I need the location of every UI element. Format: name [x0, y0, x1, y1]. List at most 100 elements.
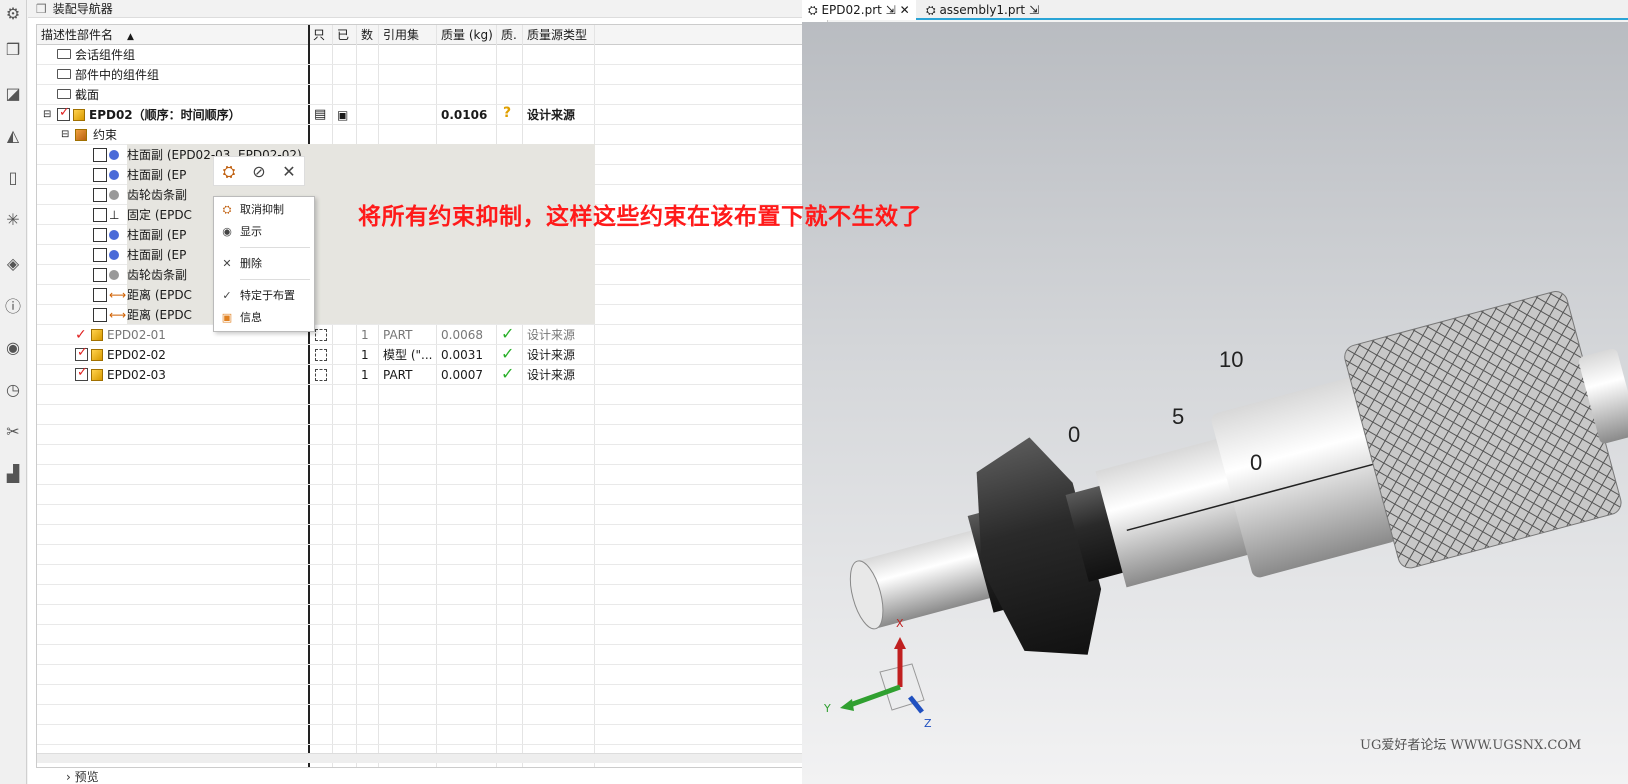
constraint-checkbox[interactable]	[93, 208, 107, 222]
assembly-icon	[73, 109, 85, 121]
fix-icon: ⊥	[109, 208, 120, 222]
navigator-icon: ❒	[36, 1, 47, 16]
assembly-navigator-icon[interactable]: ❒	[2, 38, 24, 60]
table-row[interactable]: 齿轮齿条副	[37, 265, 819, 285]
info-icon[interactable]: ⓘ	[2, 294, 24, 316]
table-row[interactable]: ⊟ 约束	[37, 125, 819, 145]
col-header-loaded[interactable]: 已	[333, 25, 349, 45]
cylindrical-joint-icon	[109, 230, 119, 240]
col-header-mass[interactable]: 质量 (kg)	[437, 25, 493, 45]
collapse-icon[interactable]: ⊟	[43, 105, 51, 125]
resource-bar: ⚙ ❒ ◪ ◭ ▯ ✳ ◈ ⓘ ◉ ◷ ✂ ▟	[0, 0, 27, 784]
only-cell-icon	[315, 369, 327, 381]
table-row[interactable]: ⊟ ✓ EPD02（顺序：时间顺序） ▤ ▣ 0.0106 ? 设计来源	[37, 105, 819, 125]
table-row[interactable]: ⟷ 距离 (EPDC	[37, 305, 819, 325]
menu-item-show[interactable]: ◉ 显示	[214, 221, 314, 243]
constraint-checkbox[interactable]	[93, 148, 107, 162]
table-row[interactable]: 柱面副 (EP	[37, 245, 819, 265]
hd3d-icon[interactable]: ✳	[2, 208, 24, 230]
app-window: ⚙ ❒ ◪ ◭ ▯ ✳ ◈ ⓘ ◉ ◷ ✂ ▟ ❒ 装配导航器 描述性部件名 ▲ …	[0, 0, 1628, 784]
history-icon[interactable]: ◷	[2, 378, 24, 400]
constraint-checkbox[interactable]	[93, 228, 107, 242]
menu-item-arrangement-specific[interactable]: ✓ 特定于布置	[214, 285, 314, 307]
collapse-icon[interactable]: ⊟	[61, 125, 69, 145]
visibility-checkbox[interactable]: ✓	[57, 105, 70, 121]
constraint-navigator-icon[interactable]: ◪	[2, 82, 24, 104]
constraint-checkbox[interactable]	[93, 268, 107, 282]
checked-icon[interactable]: ✓	[75, 325, 87, 345]
tab-assembly1[interactable]: ⛭ assembly1.prt ⇲	[920, 0, 1040, 20]
delete-icon[interactable]: ✕	[278, 161, 300, 183]
row-label: 齿轮齿条副	[127, 268, 188, 282]
constraint-checkbox[interactable]	[93, 288, 107, 302]
constraint-checkbox[interactable]	[93, 188, 107, 202]
part-navigator-icon[interactable]: ◭	[2, 124, 24, 146]
mass-source: 设计来源	[527, 348, 576, 362]
row-label: 距离 (EPDC	[127, 288, 192, 302]
mass-source: 设计来源	[527, 108, 576, 122]
count-value: 1	[361, 368, 369, 382]
graphics-viewport[interactable]: 0 5 10 0 X Y Z	[802, 22, 1628, 784]
roles-icon[interactable]: ◈	[2, 252, 24, 274]
count-value: 1	[361, 328, 369, 342]
web-browser-icon[interactable]: ◉	[2, 336, 24, 358]
menu-separator	[240, 279, 310, 280]
close-icon[interactable]: ✕	[900, 3, 910, 17]
col-header-refset[interactable]: 引用集	[379, 25, 419, 45]
table-row[interactable]: 部件中的组件组	[37, 65, 819, 85]
table-row[interactable]: 柱面副 (EP	[37, 165, 819, 185]
menu-item-info[interactable]: ▣ 信息	[214, 307, 314, 329]
distance-icon: ⟷	[109, 288, 127, 302]
question-icon: ?	[503, 105, 512, 121]
tools-icon[interactable]: ✂	[2, 420, 24, 442]
horizontal-scrollbar[interactable]	[37, 753, 819, 763]
row-label: 柱面副 (EP	[127, 168, 187, 182]
palette-icon[interactable]: ▟	[2, 462, 24, 484]
reuse-library-icon[interactable]: ▯	[2, 166, 24, 188]
settings-icon[interactable]: ⚙	[2, 2, 24, 24]
folder-icon	[57, 89, 71, 99]
table-row[interactable]: 柱面副 (EPD02-03, EPD02-02)	[37, 145, 819, 165]
ok-check-icon: ✓	[501, 344, 515, 363]
unsuppress-icon: ⛭	[222, 203, 232, 216]
constraint-checkbox[interactable]	[93, 248, 107, 262]
only-cell-icon	[315, 349, 327, 361]
table-row[interactable]: 会话组件组	[37, 45, 819, 65]
refset-value: PART	[383, 328, 413, 342]
delete-icon: ✕	[222, 257, 232, 270]
cylindrical-joint-icon	[109, 150, 119, 160]
col-header-mass-flag[interactable]: 质.	[497, 25, 517, 45]
menu-item-delete[interactable]: ✕ 删除	[214, 253, 314, 275]
visibility-checkbox[interactable]: ✓	[75, 365, 88, 381]
col-header-mass-source[interactable]: 质量源类型	[523, 25, 587, 45]
col-header-only[interactable]: 只	[309, 25, 325, 45]
scale-number-0b: 0	[1250, 450, 1262, 475]
tab-epd02[interactable]: ⛭ EPD02.prt ⇲ ✕	[802, 0, 916, 20]
constraint-checkbox[interactable]	[93, 308, 107, 322]
assembly-navigator-panel: ❒ 装配导航器 描述性部件名 ▲ 只 已 数 引用集 质量 (kg) 质. 质量源…	[28, 0, 828, 784]
axis-y-label: Y	[823, 702, 831, 715]
check-icon: ✓	[222, 289, 232, 302]
constraint-checkbox[interactable]	[93, 168, 107, 182]
row-label: 部件中的组件组	[75, 68, 160, 82]
col-header-name[interactable]: 描述性部件名 ▲	[37, 25, 307, 45]
hide-icon[interactable]: ⊘	[248, 161, 270, 183]
table-row[interactable]: ✓ EPD02-03 1 PART 0.0007 ✓ 设计来源	[37, 364, 819, 385]
col-header-count[interactable]: 数	[357, 25, 373, 45]
table-row[interactable]: ✓ EPD02-02 1 模型 ("... 0.0031 ✓ 设计来源	[37, 344, 819, 365]
row-label: 约束	[93, 128, 118, 142]
table-row[interactable]: ✓ EPD02-01 1 PART 0.0068 ✓ 设计来源	[37, 324, 819, 345]
row-label: 柱面副 (EP	[127, 228, 187, 242]
preview-section[interactable]: › 预览	[66, 768, 99, 784]
row-label: 固定 (EPDC	[127, 208, 192, 222]
row-label: 齿轮齿条副	[127, 188, 188, 202]
mass-value: 0.0068	[441, 328, 483, 342]
table-row[interactable]: ⟷ 距离 (EPDC	[37, 285, 819, 305]
table-row[interactable]: 截面	[37, 85, 819, 105]
visibility-checkbox[interactable]: ✓	[75, 345, 88, 361]
cylindrical-joint-icon	[109, 170, 119, 180]
refset-value: 模型 ("...	[383, 348, 433, 362]
menu-item-unsuppress[interactable]: ⛭ 取消抑制	[214, 199, 314, 221]
unsuppress-icon[interactable]: ⛭	[218, 161, 240, 183]
row-label: 柱面副 (EP	[127, 248, 187, 262]
